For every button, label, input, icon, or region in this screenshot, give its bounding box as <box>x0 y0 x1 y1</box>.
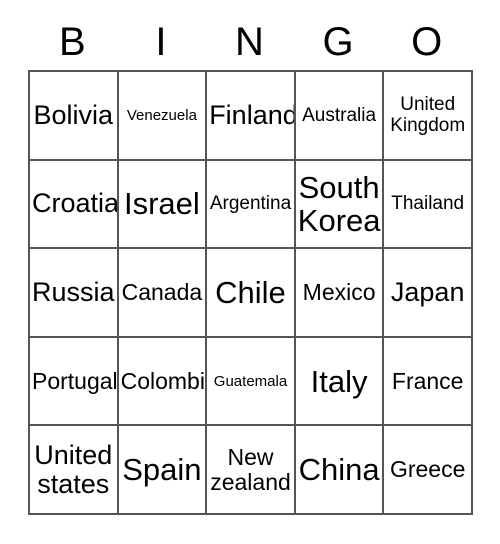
bingo-cell-r2c1[interactable]: Croatia <box>30 160 119 250</box>
bingo-cell-r3c5[interactable]: Japan <box>384 249 473 338</box>
bingo-cell-r4c4[interactable]: Italy <box>295 337 385 427</box>
bingo-cell-label: Finland <box>209 99 296 130</box>
header-letter-n: N <box>235 20 264 64</box>
bingo-cell-r2c5[interactable]: Thailand <box>384 160 473 250</box>
bingo-cell-r5c2[interactable]: Spain <box>118 426 208 515</box>
bingo-cell-r1c4[interactable]: Australia <box>295 72 385 161</box>
bingo-cell-label: Australia <box>302 104 377 126</box>
bingo-cell-r4c5[interactable]: France <box>384 337 473 427</box>
bingo-cell-label: Colombia <box>120 367 206 394</box>
bingo-cell-label: Russia <box>32 276 115 307</box>
bingo-cell-label: Italy <box>310 363 368 399</box>
bingo-cell-r1c1[interactable]: Bolivia <box>30 72 119 161</box>
bingo-cell-label: Venezuela <box>126 106 197 124</box>
bingo-cell-r3c1[interactable]: Russia <box>30 249 119 338</box>
bingo-cell-label: New zealand <box>210 443 291 495</box>
bingo-cell-label: Croatia <box>32 188 119 219</box>
bingo-cell-r5c1[interactable]: United states <box>30 426 119 515</box>
bingo-cell-label: Greece <box>389 456 466 483</box>
bingo-cell-label: France <box>391 367 464 394</box>
bingo-cell-label: Canada <box>121 278 203 305</box>
bingo-header-row: B I N G O <box>28 14 471 70</box>
bingo-cell-label: South Korea <box>297 169 381 238</box>
bingo-cell-r5c5[interactable]: Greece <box>384 426 473 515</box>
bingo-cell-label: China <box>298 452 380 488</box>
bingo-grid: Bolivia Venezuela Finland Australia United K… <box>28 70 473 515</box>
bingo-cell-r4c2[interactable]: Colombia <box>118 337 208 427</box>
bingo-cell-label: Mexico <box>302 278 376 305</box>
bingo-cell-r2c3[interactable]: Argentina <box>207 160 296 250</box>
bingo-cell-label: Chile <box>215 274 286 310</box>
bingo-cell-r4c3[interactable]: Guatemala <box>207 337 296 427</box>
bingo-cell-r3c4[interactable]: Mexico <box>295 249 385 338</box>
bingo-cell-label: Japan <box>390 276 465 307</box>
bingo-cell-r3c3[interactable]: Chile <box>207 249 296 338</box>
bingo-cell-label: Bolivia <box>33 99 114 130</box>
bingo-cell-label: Portugal <box>32 367 118 394</box>
bingo-cell-r1c2[interactable]: Venezuela <box>118 72 208 161</box>
bingo-cell-r2c4[interactable]: South Korea <box>295 160 385 250</box>
header-letter-b: B <box>58 20 86 64</box>
bingo-cell-r5c4[interactable]: China <box>295 426 385 515</box>
bingo-cell-r5c3[interactable]: New zealand <box>207 426 296 515</box>
bingo-cell-label: Spain <box>122 452 202 488</box>
bingo-cell-label: United Kingdom <box>390 94 466 137</box>
bingo-cell-r2c2[interactable]: Israel <box>118 160 208 250</box>
bingo-cell-label: Israel <box>123 186 200 222</box>
bingo-cell-label: Guatemala <box>213 372 288 390</box>
header-letter-o: O <box>411 20 443 64</box>
bingo-cell-r1c5[interactable]: United Kingdom <box>384 72 473 161</box>
bingo-cell-label: Argentina <box>209 193 292 215</box>
bingo-cell-r4c1[interactable]: Portugal <box>30 337 119 427</box>
bingo-card: B I N G O Bolivia Venezuela Finland Austral… <box>28 14 473 515</box>
bingo-cell-label: United states <box>34 439 113 499</box>
bingo-cell-label: Thailand <box>391 193 465 215</box>
header-letter-g: G <box>322 20 354 64</box>
header-letter-i: I <box>155 20 167 64</box>
bingo-cell-r3c2[interactable]: Canada <box>118 249 208 338</box>
bingo-cell-r1c3[interactable]: Finland <box>207 72 296 161</box>
